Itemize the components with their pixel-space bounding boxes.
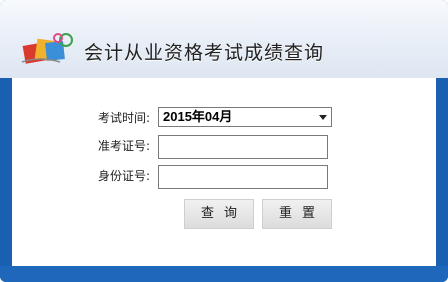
bottom-border <box>0 266 448 282</box>
books-icon <box>21 33 73 64</box>
admission-no-label: 准考证号: <box>97 139 150 153</box>
button-row: 查询 重置 <box>12 199 436 229</box>
id-no-label: 身份证号: <box>97 169 150 183</box>
id-no-row: 身份证号: <box>12 165 436 189</box>
header-bar: 会计从业资格考试成绩查询 <box>0 0 448 78</box>
exam-time-selected-value: 2015年04月 <box>163 109 233 124</box>
reset-button[interactable]: 重置 <box>262 199 332 229</box>
admission-no-row: 准考证号: <box>12 135 436 159</box>
admission-no-input[interactable] <box>158 135 328 159</box>
query-button[interactable]: 查询 <box>184 199 254 229</box>
query-form: 考试时间: 2015年04月 准考证号: 身份证号: 查询 重置 <box>12 78 436 266</box>
chevron-down-icon <box>319 115 327 120</box>
page-frame: 会计从业资格考试成绩查询 考试时间: 2015年04月 准考证号: 身份证号: … <box>0 0 448 282</box>
id-no-input[interactable] <box>158 165 328 189</box>
page-title: 会计从业资格考试成绩查询 <box>84 42 325 64</box>
exam-time-select[interactable]: 2015年04月 <box>158 107 332 127</box>
exam-time-label: 考试时间: <box>97 111 150 125</box>
exam-time-row: 考试时间: 2015年04月 <box>12 107 436 131</box>
